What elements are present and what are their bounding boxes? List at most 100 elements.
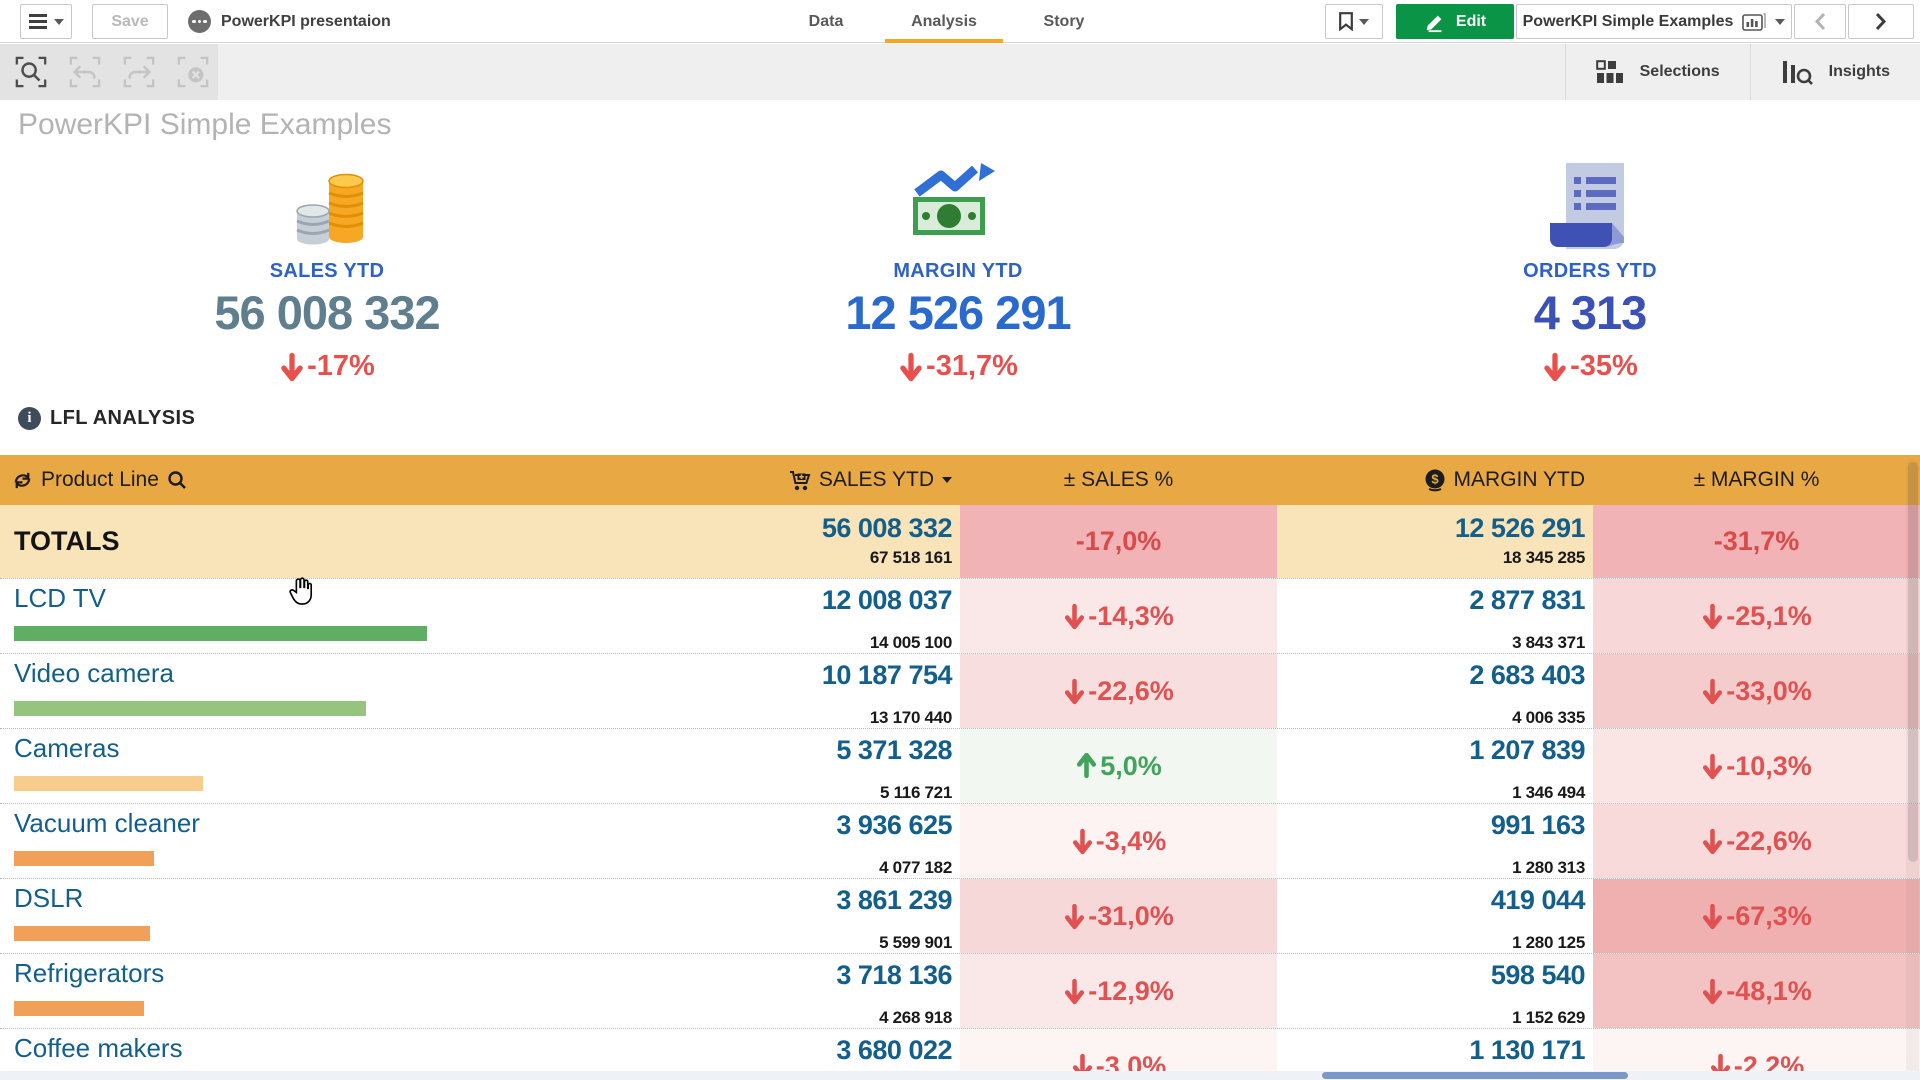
app-options-icon[interactable] — [188, 10, 211, 33]
margin-pct-value: -10,3% — [1726, 751, 1812, 782]
arrow-down-icon — [1701, 603, 1724, 630]
hamburger-icon — [29, 20, 47, 23]
bookmark-button[interactable] — [1325, 4, 1383, 39]
column-header-sales-pct[interactable]: ± SALES % — [960, 468, 1277, 492]
table-row: DSLR3 861 2395 599 901 -31,0% 419 0441 280… — [0, 878, 1920, 953]
edit-button[interactable]: Edit — [1396, 4, 1514, 39]
margin-cell[interactable]: 991 1631 280 313 — [1277, 804, 1593, 878]
vertical-scrollbar-thumb[interactable] — [1908, 462, 1918, 862]
selections-button[interactable]: Selections — [1565, 44, 1750, 100]
margin-value: 1 207 839 — [1277, 735, 1585, 765]
sales-prev-value: 14 005 100 — [643, 633, 952, 653]
insights-icon — [1781, 59, 1813, 85]
sales-cell[interactable]: 5 371 3285 116 721 — [643, 729, 960, 803]
sales-pct-value: -12,9% — [1088, 976, 1174, 1007]
product-name[interactable]: Video camera — [0, 658, 643, 689]
margin-cell[interactable]: 598 5401 152 629 — [1277, 954, 1593, 1028]
kpi-margin-ytd[interactable]: MARGIN YTD 12 526 291 -31,7% — [778, 163, 1138, 383]
step-back-icon[interactable] — [66, 53, 104, 91]
mouse-cursor — [288, 576, 314, 613]
tab-analysis[interactable]: Analysis — [885, 0, 1003, 43]
product-name[interactable]: Coffee makers — [0, 1033, 643, 1064]
margin-pct-cell[interactable]: -25,1% — [1593, 579, 1920, 653]
product-cell[interactable]: LCD TV — [0, 579, 643, 653]
sales-cell[interactable]: 12 008 03714 005 100 — [643, 579, 960, 653]
margin-prev-value: 1 152 629 — [1277, 1008, 1585, 1028]
kpi-value: 12 526 291 — [778, 285, 1138, 340]
sales-cell[interactable]: 3 718 1364 268 918 — [643, 954, 960, 1028]
product-cell[interactable]: Vacuum cleaner — [0, 804, 643, 878]
product-cell[interactable]: Video camera — [0, 654, 643, 728]
product-cell[interactable]: DSLR — [0, 879, 643, 953]
kpi-change: -35% — [1410, 350, 1770, 383]
sales-cell[interactable]: 10 187 75413 170 440 — [643, 654, 960, 728]
arrow-down-icon — [1063, 678, 1086, 705]
search-icon[interactable] — [167, 470, 187, 490]
arrow-down-icon — [1542, 352, 1568, 382]
column-header-margin-pct[interactable]: ± MARGIN % — [1593, 468, 1920, 492]
insights-button[interactable]: Insights — [1750, 44, 1920, 100]
sales-pct-value: -31,0% — [1088, 901, 1174, 932]
margin-cell[interactable]: 2 683 4034 006 335 — [1277, 654, 1593, 728]
previous-sheet-button[interactable] — [1794, 4, 1846, 39]
margin-pct-cell[interactable]: -33,0% — [1593, 654, 1920, 728]
product-name[interactable]: Refrigerators — [0, 958, 643, 989]
main-menu-button[interactable] — [20, 4, 72, 39]
sales-pct-value: -22,6% — [1088, 676, 1174, 707]
column-header-product[interactable]: Product Line — [0, 468, 643, 492]
margin-pct-cell[interactable]: -10,3% — [1593, 729, 1920, 803]
clear-selections-icon[interactable] — [174, 53, 212, 91]
margin-cell[interactable]: 1 207 8391 346 494 — [1277, 729, 1593, 803]
chevron-down-icon — [1775, 19, 1785, 25]
horizontal-scrollbar[interactable] — [0, 1071, 1920, 1080]
margin-cell[interactable]: 419 0441 280 125 — [1277, 879, 1593, 953]
sheet-title: PowerKPI Simple Examples — [18, 108, 391, 142]
kpi-sales-ytd[interactable]: SALES YTD 56 008 332 -17% — [147, 163, 507, 383]
sales-pct-cell[interactable]: -3,4% — [960, 804, 1277, 878]
column-header-margin[interactable]: $ MARGIN YTD — [1277, 468, 1593, 492]
margin-pct-cell[interactable]: -22,6% — [1593, 804, 1920, 878]
sales-pct-cell[interactable]: -31,0% — [960, 879, 1277, 953]
margin-pct-cell[interactable]: -67,3% — [1593, 879, 1920, 953]
product-cell[interactable]: Refrigerators — [0, 954, 643, 1028]
product-name[interactable]: Cameras — [0, 733, 643, 764]
top-app-bar: Save PowerKPI presentaion Data Analysis … — [0, 0, 1920, 43]
margin-prev-value: 4 006 335 — [1277, 708, 1585, 728]
product-name[interactable]: Vacuum cleaner — [0, 808, 643, 839]
product-name[interactable]: DSLR — [0, 883, 643, 914]
cycle-dimension-icon — [12, 470, 33, 491]
kpi-orders-ytd[interactable]: ORDERS YTD 4 313 -35% — [1410, 163, 1770, 383]
sales-pct-cell[interactable]: -14,3% — [960, 579, 1277, 653]
kpi-change: -31,7% — [778, 350, 1138, 383]
step-forward-icon[interactable] — [120, 53, 158, 91]
column-header-sales[interactable]: SALES YTD — [643, 468, 960, 492]
sales-cell[interactable]: 3 861 2395 599 901 — [643, 879, 960, 953]
smart-search-icon[interactable] — [12, 53, 50, 91]
margin-prev-value: 1 280 125 — [1277, 933, 1585, 953]
sales-cell[interactable]: 3 936 6254 077 182 — [643, 804, 960, 878]
sales-pct-value: -14,3% — [1088, 601, 1174, 632]
margin-cell[interactable]: 2 877 8313 843 371 — [1277, 579, 1593, 653]
tab-story[interactable]: Story — [1032, 0, 1096, 43]
tab-data[interactable]: Data — [795, 0, 857, 43]
product-cell[interactable]: Cameras — [0, 729, 643, 803]
sales-bar — [14, 626, 427, 641]
table-header-row: Product Line SALES YTD ± SALES % $ MARGI… — [0, 455, 1920, 505]
horizontal-scrollbar-thumb[interactable] — [1322, 1072, 1628, 1079]
sales-pct-value: -3,4% — [1096, 826, 1167, 857]
next-sheet-button[interactable] — [1848, 4, 1914, 39]
sales-pct-cell[interactable]: 5,0% — [960, 729, 1277, 803]
margin-pct-value: -67,3% — [1726, 901, 1812, 932]
margin-pct-value: -22,6% — [1726, 826, 1812, 857]
save-button[interactable]: Save — [92, 4, 168, 39]
sales-pct-cell[interactable]: -12,9% — [960, 954, 1277, 1028]
sales-bar — [14, 851, 154, 866]
info-icon[interactable]: i — [18, 407, 41, 430]
margin-pct-cell[interactable]: -48,1% — [1593, 954, 1920, 1028]
product-name[interactable]: LCD TV — [0, 583, 643, 614]
sheet-selector[interactable]: PowerKPI Simple Examples — [1516, 4, 1792, 39]
sales-prev-value: 5 116 721 — [643, 783, 952, 803]
sales-pct-cell[interactable]: -22,6% — [960, 654, 1277, 728]
totals-margin: 12 526 291 18 345 285 — [1277, 505, 1593, 578]
vertical-scrollbar[interactable] — [1906, 460, 1919, 1080]
